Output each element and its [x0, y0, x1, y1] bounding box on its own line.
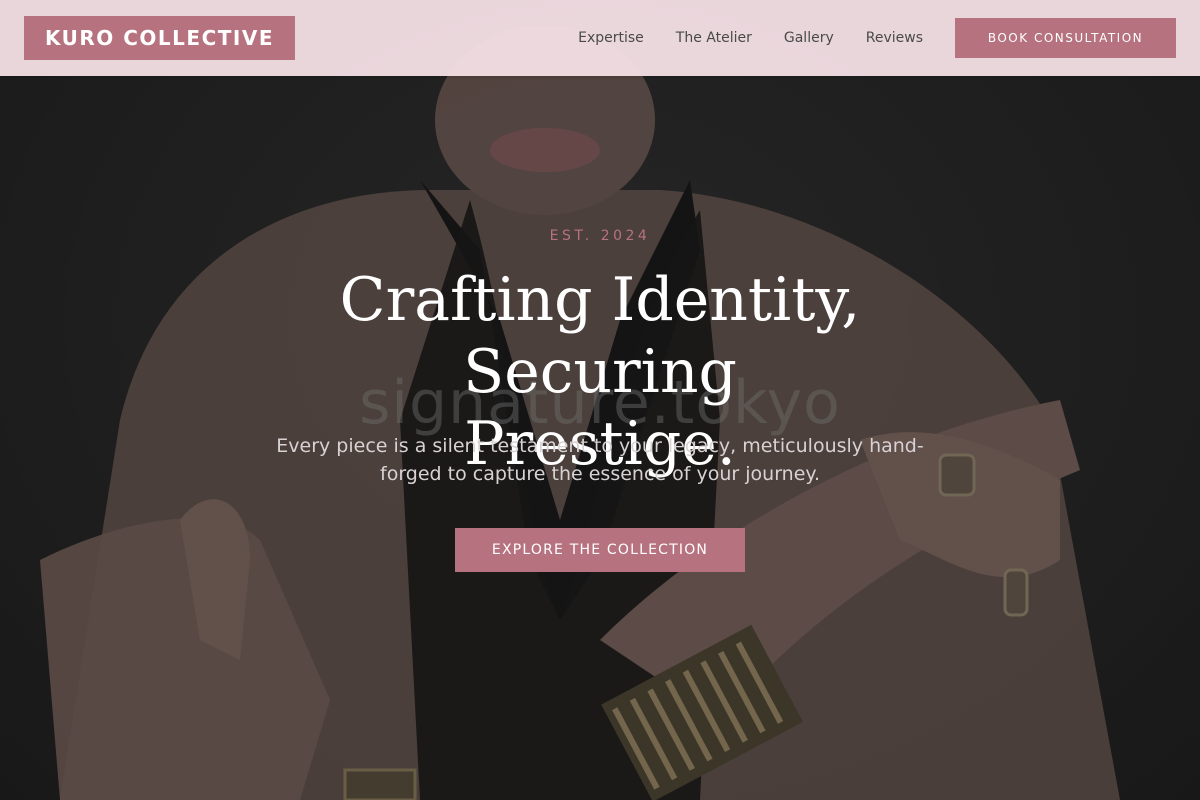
hero-headline-line-1: Crafting Identity, Securing: [339, 265, 861, 407]
book-consultation-button[interactable]: BOOK CONSULTATION: [955, 18, 1176, 58]
brand-logo[interactable]: KURO COLLECTIVE: [24, 16, 295, 60]
nav-link-reviews[interactable]: Reviews: [866, 30, 923, 46]
nav-link-expertise[interactable]: Expertise: [578, 30, 644, 46]
nav-link-gallery[interactable]: Gallery: [784, 30, 834, 46]
hero-subtext: Every piece is a silent testament to you…: [276, 435, 924, 485]
main-nav: Expertise The Atelier Gallery Reviews BO…: [578, 0, 1176, 76]
explore-collection-button[interactable]: EXPLORE THE COLLECTION: [455, 528, 745, 572]
nav-link-the-atelier[interactable]: The Atelier: [676, 30, 752, 46]
hero-eyebrow: EST. 2024: [549, 228, 651, 244]
site-header: KURO COLLECTIVE Expertise The Atelier Ga…: [0, 0, 1200, 76]
